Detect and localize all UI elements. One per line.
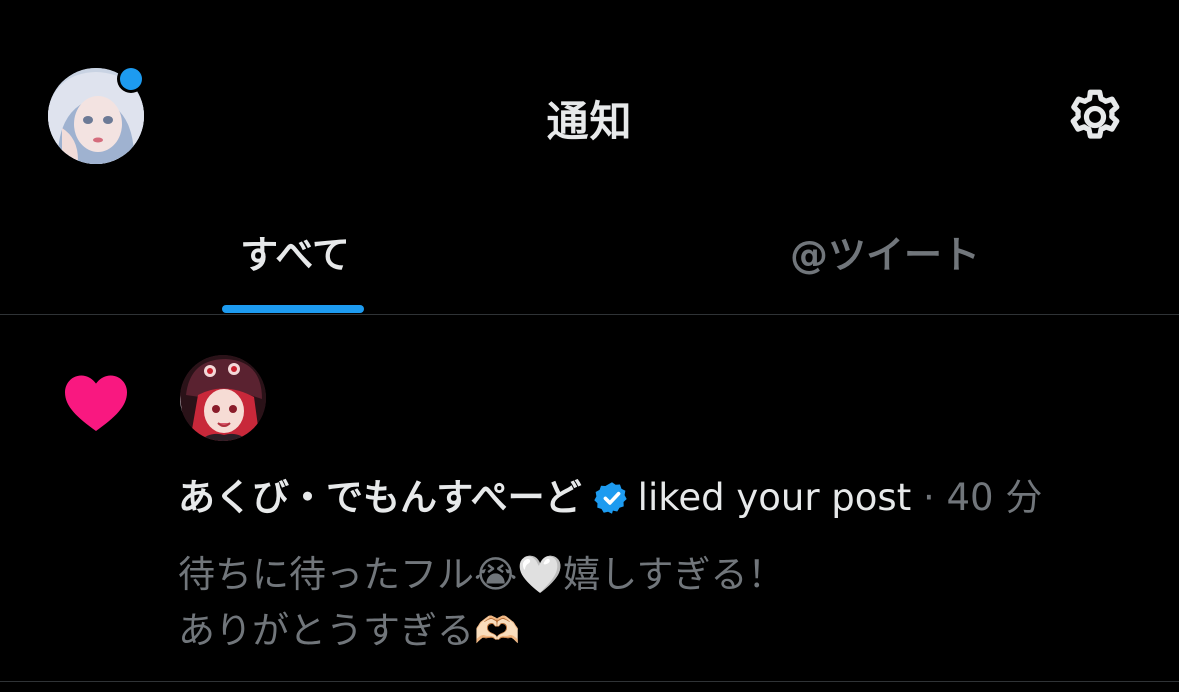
unread-indicator-dot — [120, 68, 142, 90]
notification-item[interactable]: あくび・でもんすぺーど liked your post · 40 分 待ちに待った… — [0, 315, 1179, 682]
notification-tabs: すべて @ツイート — [0, 200, 1179, 315]
notification-time: 40 分 — [946, 476, 1043, 519]
tab-all[interactable]: すべて — [150, 224, 440, 314]
page-title: 通知 — [546, 97, 633, 146]
settings-button[interactable] — [1062, 84, 1128, 150]
tab-all-label: すべて — [240, 233, 350, 277]
notification-action-text: liked your post — [637, 476, 912, 519]
user-avatar-image — [180, 355, 266, 441]
user-name-link[interactable]: あくび・でもんすぺーど — [178, 476, 582, 519]
active-tab-indicator — [222, 305, 364, 313]
top-app-bar: 通知 — [0, 0, 1179, 200]
post-text-line: ありがとうすぎる🫶🏻 — [178, 609, 521, 652]
post-text-line: 待ちに待ったフル😭🤍嬉しすぎる！ — [178, 553, 785, 596]
verified-badge-icon — [593, 482, 627, 514]
tab-mentions-label: @ツイート — [789, 233, 980, 277]
separator-dot: · — [922, 476, 935, 519]
gear-icon — [1070, 89, 1120, 139]
tab-mentions[interactable]: @ツイート — [740, 224, 1030, 314]
notification-summary: あくび・でもんすぺーど liked your post · 40 分 — [178, 475, 1158, 521]
heart-icon — [65, 375, 127, 432]
user-avatar[interactable] — [180, 355, 266, 441]
liked-post-text: 待ちに待ったフル😭🤍嬉しすぎる！ ありがとうすぎる🫶🏻 — [178, 547, 1138, 659]
